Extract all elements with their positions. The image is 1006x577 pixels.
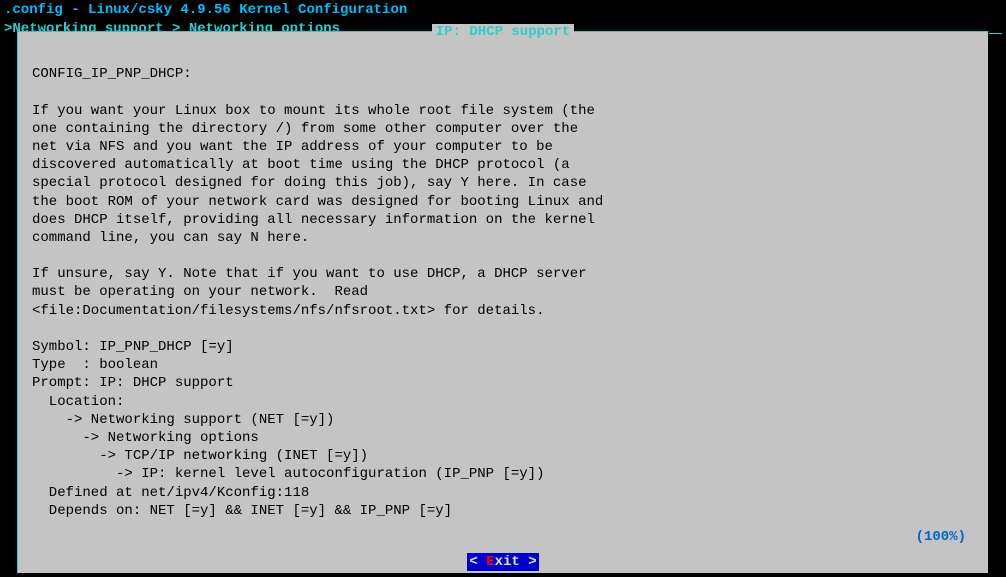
help-dialog: IP: DHCP support CONFIG_IP_PNP_DHCP: If … [17,31,989,574]
exit-button[interactable]: < Exit > [467,553,538,571]
symbol-line: Symbol: IP_PNP_DHCP [=y] [32,339,234,355]
location-label: Location: [32,394,124,410]
config-name: CONFIG_IP_PNP_DHCP: [32,66,192,82]
btn-rest: xit [495,554,529,570]
location-1: -> Networking support (NET [=y]) [32,412,334,428]
btn-bracket-close: > [528,554,536,570]
terminal-window: .config - Linux/csky 4.9.56 Kernel Confi… [0,0,1006,577]
dialog-title-wrapper: IP: DHCP support [18,23,988,41]
dialog-title: IP: DHCP support [432,24,574,40]
title-bar: .config - Linux/csky 4.9.56 Kernel Confi… [0,0,1006,20]
note-text: If unsure, say Y. Note that if you want … [32,266,587,318]
dialog-content[interactable]: CONFIG_IP_PNP_DHCP: If you want your Lin… [18,32,988,551]
button-bar: < Exit > [18,553,988,571]
type-line: Type : boolean [32,357,158,373]
breadcrumb-prefix: > [4,20,12,38]
prompt-line: Prompt: IP: DHCP support [32,375,234,391]
btn-bracket-open: < [469,554,486,570]
location-2: -> Networking options [32,430,259,446]
scroll-percent: (100%) [916,528,966,546]
btn-hotkey: E [486,554,494,570]
description-text: If you want your Linux box to mount its … [32,103,603,246]
depends-on: Depends on: NET [=y] && INET [=y] && IP_… [32,503,452,519]
location-3: -> TCP/IP networking (INET [=y]) [32,448,368,464]
defined-at: Defined at net/ipv4/Kconfig:118 [32,485,309,501]
location-4: -> IP: kernel level autoconfiguration (I… [32,466,544,482]
config-title: .config - Linux/csky 4.9.56 Kernel Confi… [4,2,407,18]
